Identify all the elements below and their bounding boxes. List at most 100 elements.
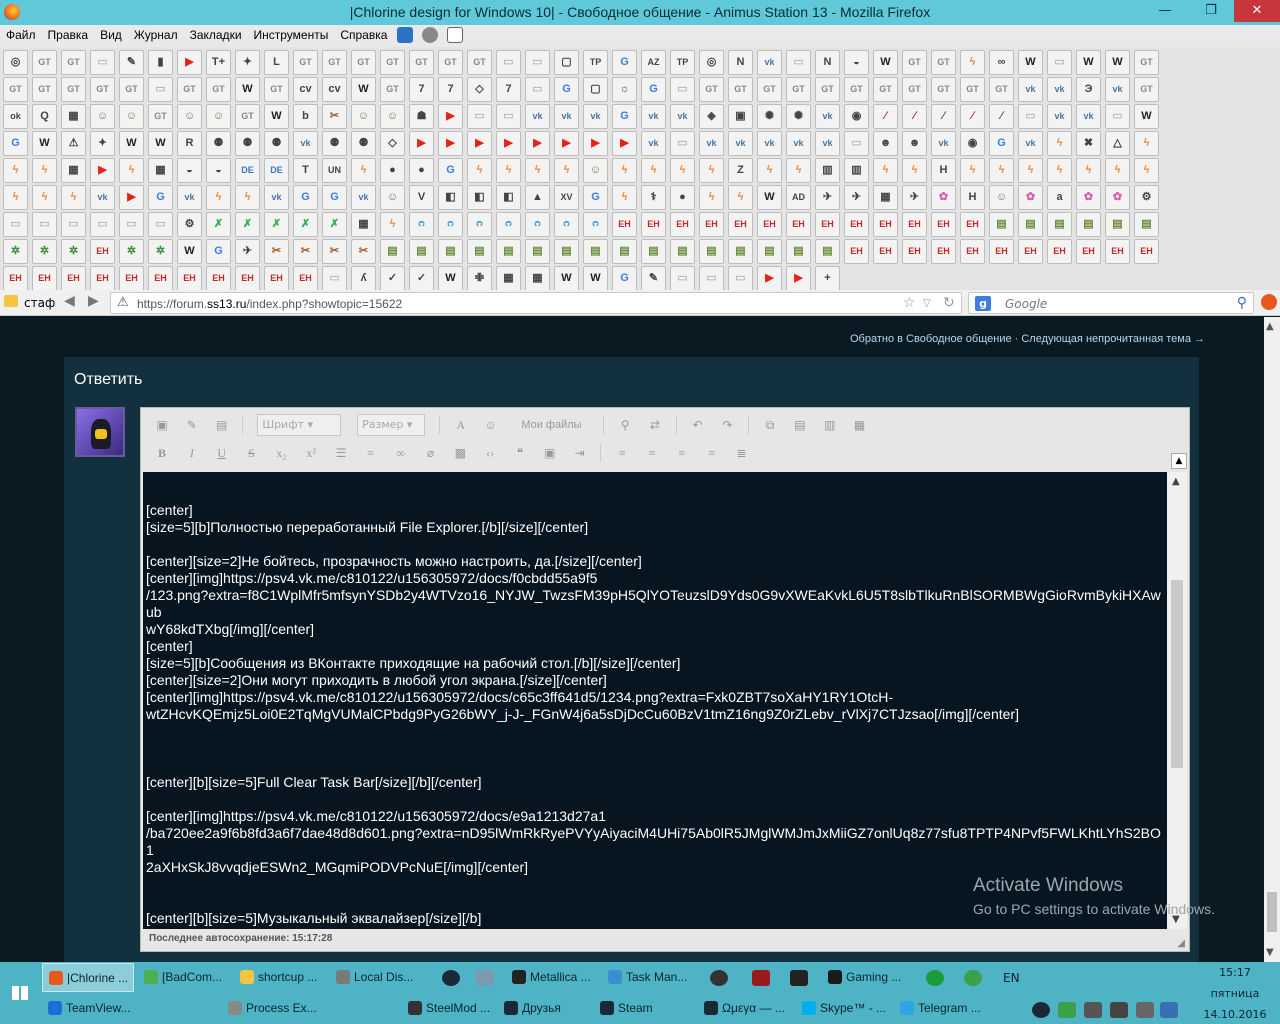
bookmark-item[interactable]: 7 — [496, 77, 521, 102]
source-icon[interactable]: ▣ — [153, 416, 171, 434]
dropdown-arrow-icon[interactable]: ▽ — [923, 298, 931, 309]
bookmark-item[interactable]: ▭ — [699, 266, 724, 290]
quote-icon[interactable]: ❝ — [511, 444, 529, 462]
bookmark-item[interactable]: EH — [32, 266, 57, 290]
size-select[interactable]: Размер ▾ — [357, 414, 426, 436]
bookmark-item[interactable]: GT — [1134, 77, 1159, 102]
bookmark-item[interactable]: vk — [728, 131, 753, 156]
bookmark-item[interactable]: vk — [293, 131, 318, 156]
bookmark-item[interactable]: 7 — [409, 77, 434, 102]
bookmark-item[interactable]: ϟ — [467, 158, 492, 183]
bookmark-item[interactable]: a — [1047, 185, 1072, 210]
bookmark-item[interactable]: ∕ — [989, 104, 1014, 129]
bookmark-item[interactable]: ✎ — [641, 266, 666, 290]
bookmark-item[interactable]: GT — [989, 77, 1014, 102]
bookmark-item[interactable]: ▭ — [1105, 104, 1130, 129]
bookmark-item[interactable]: ● — [670, 185, 695, 210]
bookmark-item[interactable]: EH — [293, 266, 318, 290]
steam-tray-icon[interactable] — [442, 970, 460, 986]
image-icon[interactable]: ▩ — [451, 444, 469, 462]
bookmark-item[interactable]: GT — [931, 77, 956, 102]
bookmark-item[interactable]: ▶ — [409, 131, 434, 156]
bookmark-item[interactable]: GT — [351, 50, 376, 75]
bookmark-item[interactable]: ▤ — [1105, 212, 1130, 237]
bookmark-item[interactable]: ▤ — [525, 239, 550, 264]
bookmark-item[interactable]: ▭ — [119, 212, 144, 237]
taskbar-button[interactable]: Gaming ... — [822, 963, 914, 992]
menu-view[interactable]: Вид — [94, 25, 128, 47]
bookmark-item[interactable]: vk — [90, 185, 115, 210]
sync-icon[interactable] — [396, 27, 413, 43]
bookmark-item[interactable]: G — [148, 185, 173, 210]
bookmark-item[interactable]: ϟ — [351, 158, 376, 183]
bookmark-item[interactable]: W — [1105, 50, 1130, 75]
bookmark-item[interactable]: ∕ — [873, 104, 898, 129]
bookmark-item[interactable]: ▭ — [1047, 50, 1072, 75]
bookmark-item[interactable]: ▭ — [786, 50, 811, 75]
bookmark-item[interactable]: ϟ — [1076, 158, 1101, 183]
bookmark-item[interactable]: TP — [583, 50, 608, 75]
my-files-button[interactable]: Мои файлы — [511, 416, 591, 434]
network-icon[interactable] — [1110, 1002, 1128, 1018]
bookmark-item[interactable]: ✎ — [119, 50, 144, 75]
bookmark-item[interactable]: ϟ — [960, 50, 985, 75]
bookmark-item[interactable]: GT — [409, 50, 434, 75]
bookmark-item[interactable]: ⚙ — [177, 212, 202, 237]
bookmark-item[interactable]: ✈ — [235, 239, 260, 264]
bookmark-item[interactable]: ▤ — [612, 239, 637, 264]
bookmark-item[interactable]: ϟ — [757, 158, 782, 183]
taskbar-button[interactable]: [BadCom... — [138, 963, 230, 992]
bookmark-item[interactable]: vk — [554, 104, 579, 129]
bookmark-item[interactable]: EH — [1018, 239, 1043, 264]
bookmark-item[interactable]: EH — [119, 266, 144, 290]
network-tool-icon[interactable] — [476, 970, 494, 986]
bookmark-item[interactable]: GT — [902, 50, 927, 75]
nvidia-icon[interactable] — [1058, 1002, 1076, 1018]
bookmark-item[interactable]: ϟ — [786, 158, 811, 183]
justify-icon[interactable]: ≡ — [703, 444, 721, 462]
bookmark-item[interactable]: ▭ — [32, 212, 57, 237]
bookmark-item[interactable]: GT — [699, 77, 724, 102]
bookmark-item[interactable]: ϟ — [525, 158, 550, 183]
bookmark-item[interactable]: + — [815, 266, 840, 290]
numbered-list-icon[interactable]: ≡ — [362, 444, 380, 462]
align-center-icon[interactable]: ≡ — [643, 444, 661, 462]
bookmark-item[interactable]: ▤ — [670, 239, 695, 264]
bookmark-item[interactable]: ⚉ — [322, 131, 347, 156]
bookmark-item[interactable]: EH — [1076, 239, 1101, 264]
bookmark-item[interactable]: ✈ — [844, 185, 869, 210]
taskbar-button[interactable]: Ωμεγα — ... — [698, 994, 792, 1023]
bookmark-item[interactable]: ☺ — [90, 104, 115, 129]
bookmark-item[interactable]: W — [148, 131, 173, 156]
bookmark-item[interactable]: ▭ — [670, 131, 695, 156]
indent-icon[interactable]: ⇥ — [571, 444, 589, 462]
bookmark-item[interactable]: ✲ — [148, 239, 173, 264]
bookmark-item[interactable]: cv — [293, 77, 318, 102]
bookmark-item[interactable]: ▭ — [844, 131, 869, 156]
bookmark-item[interactable]: ✿ — [1018, 185, 1043, 210]
bookmark-item[interactable]: EH — [1134, 239, 1159, 264]
bookmark-item[interactable]: ▤ — [699, 239, 724, 264]
minimize-button[interactable]: — — [1142, 0, 1188, 22]
bookmark-item[interactable]: N — [728, 50, 753, 75]
bookmark-item[interactable]: ✿ — [1105, 185, 1130, 210]
bookmark-item[interactable]: ▤ — [1134, 212, 1159, 237]
whatsapp-icon[interactable] — [926, 970, 944, 986]
bookmark-item[interactable]: ☻ — [873, 131, 898, 156]
bookmark-item[interactable]: EH — [902, 239, 927, 264]
bookmark-item[interactable]: b — [293, 104, 318, 129]
bookmark-item[interactable]: ▦ — [61, 158, 86, 183]
bookmark-item[interactable]: ⚕ — [641, 185, 666, 210]
bookmark-item[interactable]: ▤ — [989, 212, 1014, 237]
bookmark-item[interactable]: EH — [815, 212, 840, 237]
bookmark-item[interactable]: ϟ — [206, 185, 231, 210]
bookmark-star-icon[interactable]: ☆ — [903, 295, 916, 311]
bookmark-item[interactable]: W — [1018, 50, 1043, 75]
menu-help[interactable]: Справка — [334, 25, 393, 47]
bookmark-item[interactable]: ☺ — [583, 158, 608, 183]
bookmark-item[interactable]: ᴒ — [554, 212, 579, 237]
bookmark-item[interactable]: ∕ — [902, 104, 927, 129]
taskbar-button[interactable]: Steam — [594, 994, 686, 1023]
volume-icon[interactable] — [1084, 1002, 1102, 1018]
bookmark-item[interactable]: EH — [873, 212, 898, 237]
